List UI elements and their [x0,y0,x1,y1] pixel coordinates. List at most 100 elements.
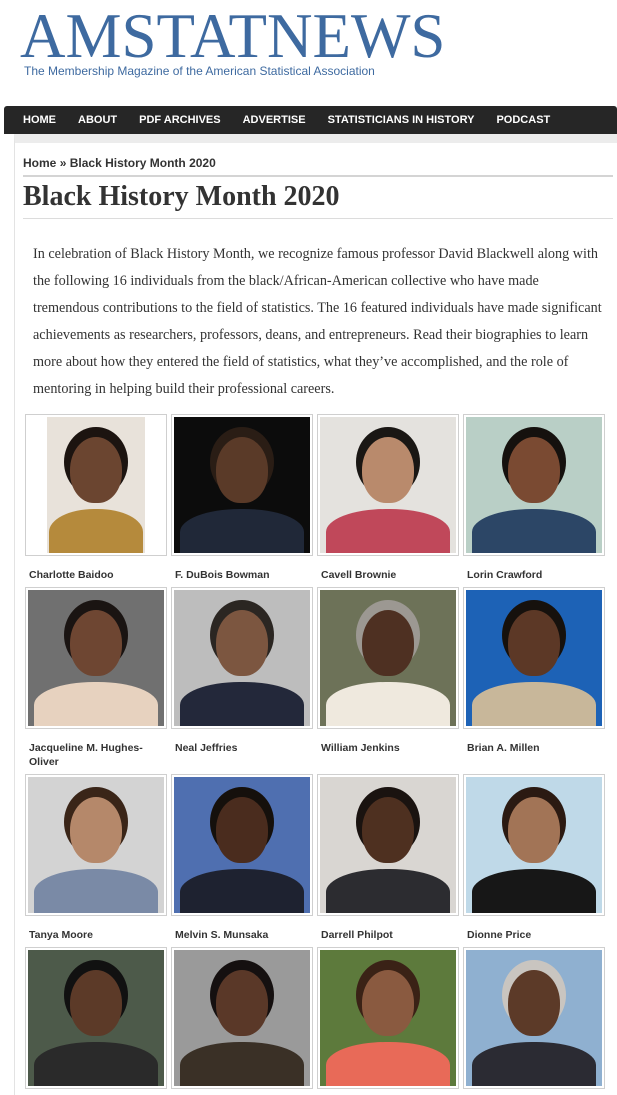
nav-home[interactable]: HOME [4,114,67,126]
person-card[interactable]: Cavell Brownie [317,414,459,582]
person-card[interactable]: William Jenkins [317,587,459,755]
person-card[interactable]: Melvin S. Munsaka [171,774,313,942]
person-photo [174,417,310,553]
page-title: Black History Month 2020 [23,181,340,212]
person-photo [466,590,602,726]
person-name[interactable]: Brian A. Millen [463,741,605,755]
person-photo [174,777,310,913]
person-card[interactable]: Brian A. Millen [463,587,605,755]
face-shape [216,437,268,503]
person-name[interactable]: William Jenkins [317,741,459,755]
person-photo [466,950,602,1086]
person-name[interactable]: Neal Jeffries [171,741,313,755]
shoulders-shape [326,509,450,553]
shoulders-shape [472,1042,596,1086]
person-card[interactable]: Neal Jeffries [171,587,313,755]
face-shape [362,437,414,503]
nav-about[interactable]: ABOUT [67,114,128,126]
face-shape [508,437,560,503]
person-photo [28,950,164,1086]
face-shape [70,797,122,863]
person-photo-frame[interactable] [25,774,167,916]
person-photo [320,590,456,726]
face-shape [70,610,122,676]
person-card[interactable]: Lorin Crawford [463,414,605,582]
shoulders-shape [472,869,596,913]
person-card[interactable]: Charlotte Baidoo [25,414,167,582]
nav-podcast[interactable]: PODCAST [485,114,561,126]
person-photo-frame[interactable] [463,774,605,916]
person-photo-frame[interactable] [171,947,313,1089]
breadcrumb: Home » Black History Month 2020 [23,156,216,170]
breadcrumb-home-link[interactable]: Home [23,156,56,170]
person-photo [320,777,456,913]
divider [23,218,613,219]
face-shape [362,610,414,676]
main-nav: HOME ABOUT PDF ARCHIVES ADVERTISE STATIS… [4,106,617,134]
face-shape [508,970,560,1036]
breadcrumb-separator: » [59,156,67,170]
divider [23,175,613,177]
face-shape [70,437,122,503]
shoulders-shape [180,869,304,913]
person-photo-frame[interactable] [171,587,313,729]
person-card[interactable] [171,947,313,1089]
person-photo-frame[interactable] [317,587,459,729]
person-card[interactable]: Darrell Philpot [317,774,459,942]
masthead: AMSTATNEWS The Membership Magazine of th… [0,0,617,100]
person-photo-frame[interactable] [463,414,605,556]
person-photo [466,777,602,913]
person-card[interactable]: Tanya Moore [25,774,167,942]
person-photo-frame[interactable] [171,774,313,916]
person-photo [320,417,456,553]
shoulders-shape [34,869,158,913]
person-photo-frame[interactable] [317,774,459,916]
person-name[interactable]: Dionne Price [463,928,605,942]
person-card[interactable]: F. DuBois Bowman [171,414,313,582]
person-photo-frame[interactable] [317,947,459,1089]
person-photo-frame[interactable] [463,587,605,729]
intro-paragraph: In celebration of Black History Month, w… [33,246,602,397]
shoulders-shape [326,682,450,726]
site-logo[interactable]: AMSTATNEWS [20,4,445,68]
person-name[interactable]: Lorin Crawford [463,568,605,582]
person-name[interactable]: Darrell Philpot [317,928,459,942]
person-photo-frame[interactable] [317,414,459,556]
person-photo [28,777,164,913]
person-card[interactable] [317,947,459,1089]
shoulders-shape [180,509,304,553]
person-photo [28,590,164,726]
shoulders-shape [49,509,143,553]
person-name[interactable]: Melvin S. Munsaka [171,928,313,942]
person-name[interactable]: Tanya Moore [25,928,167,942]
person-card[interactable]: Jacqueline M. Hughes-Oliver [25,587,167,769]
nav-statisticians-in-history[interactable]: STATISTICIANS IN HISTORY [317,114,486,126]
person-name[interactable]: Jacqueline M. Hughes-Oliver [25,741,167,769]
face-shape [508,610,560,676]
face-shape [216,610,268,676]
nav-advertise[interactable]: ADVERTISE [232,114,317,126]
person-photo-frame[interactable] [463,947,605,1089]
person-name[interactable]: Cavell Brownie [317,568,459,582]
nav-pdf-archives[interactable]: PDF ARCHIVES [128,114,232,126]
face-shape [362,797,414,863]
shoulders-shape [326,1042,450,1086]
face-shape [362,970,414,1036]
person-photo [174,950,310,1086]
person-photo-frame[interactable] [25,587,167,729]
person-name[interactable]: Charlotte Baidoo [25,568,167,582]
person-name[interactable]: F. DuBois Bowman [171,568,313,582]
shoulders-shape [34,682,158,726]
shoulders-shape [180,1042,304,1086]
shoulders-shape [472,682,596,726]
person-photo-frame[interactable] [171,414,313,556]
face-shape [216,970,268,1036]
person-photo-frame[interactable] [25,414,167,556]
face-shape [70,970,122,1036]
person-card[interactable] [25,947,167,1089]
shoulders-shape [472,509,596,553]
person-card[interactable] [463,947,605,1089]
person-photo-frame[interactable] [25,947,167,1089]
person-card[interactable]: Dionne Price [463,774,605,942]
shoulders-shape [326,869,450,913]
